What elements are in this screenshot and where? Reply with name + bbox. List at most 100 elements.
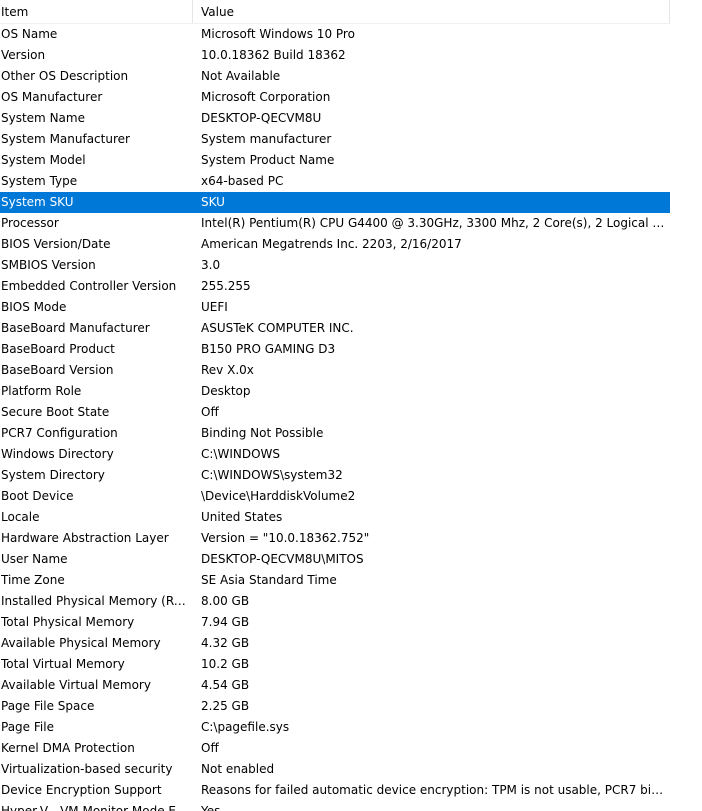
table-row[interactable]: Other OS Description Not Available xyxy=(0,66,670,87)
column-header-item[interactable]: Item xyxy=(0,0,193,23)
row-item-label: Page File xyxy=(1,720,54,734)
row-item-label: System Type xyxy=(1,174,78,188)
table-row[interactable]: Virtualization-based security Not enabled xyxy=(0,759,670,780)
table-row[interactable]: BIOS Version/Date American Megatrends Inc… xyxy=(0,234,670,255)
row-item-label: Other OS Description xyxy=(1,69,129,83)
row-item-label: Virtualization-based security xyxy=(1,762,173,776)
row-item-label: BaseBoard Product xyxy=(1,342,115,356)
table-row[interactable]: BaseBoard Manufacturer ASUSTeK COMPUTER I… xyxy=(0,318,670,339)
table-row[interactable]: Hyper-V - VM Monitor Mode E... Yes xyxy=(0,801,670,811)
table-row[interactable]: Windows Directory C:\WINDOWS xyxy=(0,444,670,465)
table-row[interactable]: Kernel DMA Protection Off xyxy=(0,738,670,759)
row-item-label: Available Virtual Memory xyxy=(1,678,151,692)
row-item-label: BIOS Mode xyxy=(1,300,67,314)
row-item-label: Platform Role xyxy=(1,384,82,398)
row-value: DESKTOP-QECVM8U xyxy=(201,111,322,125)
table-row[interactable]: Installed Physical Memory (RAM) 8.00 GB xyxy=(0,591,670,612)
table-row[interactable]: Platform Role Desktop xyxy=(0,381,670,402)
table-row[interactable]: Version 10.0.18362 Build 18362 xyxy=(0,45,670,66)
row-value: Microsoft Corporation xyxy=(201,90,331,104)
table-row[interactable]: System Model System Product Name xyxy=(0,150,670,171)
table-row[interactable]: BaseBoard Product B150 PRO GAMING D3 xyxy=(0,339,670,360)
row-value: DESKTOP-QECVM8U\MITOS xyxy=(201,552,364,566)
row-value: Version = "10.0.18362.752" xyxy=(201,531,370,545)
row-value: Off xyxy=(201,405,219,419)
table-row[interactable]: SMBIOS Version 3.0 xyxy=(0,255,670,276)
row-value: 3.0 xyxy=(201,258,221,272)
table-row[interactable]: Hardware Abstraction Layer Version = "10.… xyxy=(0,528,670,549)
row-value: B150 PRO GAMING D3 xyxy=(201,342,336,356)
row-item-label: Version xyxy=(1,48,46,62)
table-row[interactable]: Embedded Controller Version 255.255 xyxy=(0,276,670,297)
row-item-label: Device Encryption Support xyxy=(1,783,162,797)
row-value: 4.54 GB xyxy=(201,678,250,692)
row-item-label: Total Physical Memory xyxy=(1,615,135,629)
row-item-label: Windows Directory xyxy=(1,447,114,461)
table-row[interactable]: BaseBoard Version Rev X.0x xyxy=(0,360,670,381)
row-value: 4.32 GB xyxy=(201,636,250,650)
row-value: Off xyxy=(201,741,219,755)
row-value: Desktop xyxy=(201,384,251,398)
table-row[interactable]: Locale United States xyxy=(0,507,670,528)
table-row[interactable]: Secure Boot State Off xyxy=(0,402,670,423)
row-value: 8.00 GB xyxy=(201,594,250,608)
row-item-label: OS Manufacturer xyxy=(1,90,103,104)
table-row[interactable]: Boot Device \Device\HarddiskVolume2 xyxy=(0,486,670,507)
list-rows: OS Name Microsoft Windows 10 Pro Version 10… xyxy=(0,24,702,811)
row-value: \Device\HarddiskVolume2 xyxy=(201,489,356,503)
row-item-label: SMBIOS Version xyxy=(1,258,96,272)
row-item-label: Total Virtual Memory xyxy=(1,657,125,671)
row-item-label: System Name xyxy=(1,111,85,125)
row-item-label: System Manufacturer xyxy=(1,132,130,146)
table-row[interactable]: OS Manufacturer Microsoft Corporation xyxy=(0,87,670,108)
row-value: C:\WINDOWS\system32 xyxy=(201,468,343,482)
row-item-label: Secure Boot State xyxy=(1,405,110,419)
row-item-label: Boot Device xyxy=(1,489,74,503)
row-value: 2.25 GB xyxy=(201,699,250,713)
row-item-label: BaseBoard Version xyxy=(1,363,114,377)
table-row[interactable]: Page File Space 2.25 GB xyxy=(0,696,670,717)
row-value: 10.0.18362 Build 18362 xyxy=(201,48,346,62)
system-summary-list[interactable]: Item Value OS Name Microsoft Windows 10 P… xyxy=(0,0,702,811)
table-row[interactable]: Total Virtual Memory 10.2 GB xyxy=(0,654,670,675)
row-item-label: Embedded Controller Version xyxy=(1,279,177,293)
table-row[interactable]: System Type x64-based PC xyxy=(0,171,670,192)
row-value: Yes xyxy=(201,804,221,811)
row-value: Microsoft Windows 10 Pro xyxy=(201,27,355,41)
row-item-label: Hardware Abstraction Layer xyxy=(1,531,169,545)
table-row[interactable]: Time Zone SE Asia Standard Time xyxy=(0,570,670,591)
row-item-label: Hyper-V - VM Monitor Mode E... xyxy=(1,804,188,811)
column-header-value[interactable]: Value xyxy=(194,0,670,23)
row-item-label: Processor xyxy=(1,216,59,230)
table-row[interactable]: User Name DESKTOP-QECVM8U\MITOS xyxy=(0,549,670,570)
table-row[interactable]: System SKU SKU xyxy=(0,192,670,213)
row-value: System Product Name xyxy=(201,153,335,167)
row-value: 10.2 GB xyxy=(201,657,250,671)
row-item-label: BIOS Version/Date xyxy=(1,237,111,251)
table-row[interactable]: System Directory C:\WINDOWS\system32 xyxy=(0,465,670,486)
table-row[interactable]: Available Virtual Memory 4.54 GB xyxy=(0,675,670,696)
row-value: ASUSTeK COMPUTER INC. xyxy=(201,321,354,335)
table-row[interactable]: PCR7 Configuration Binding Not Possible xyxy=(0,423,670,444)
table-row[interactable]: System Name DESKTOP-QECVM8U xyxy=(0,108,670,129)
table-row[interactable]: System Manufacturer System manufacturer xyxy=(0,129,670,150)
row-value: Rev X.0x xyxy=(201,363,254,377)
row-value: UEFI xyxy=(201,300,228,314)
row-item-label: OS Name xyxy=(1,27,58,41)
table-row[interactable]: Processor Intel(R) Pentium(R) CPU G4400 @… xyxy=(0,213,670,234)
row-item-label: System Model xyxy=(1,153,86,167)
table-row[interactable]: Total Physical Memory 7.94 GB xyxy=(0,612,670,633)
table-row[interactable]: Available Physical Memory 4.32 GB xyxy=(0,633,670,654)
table-row[interactable]: BIOS Mode UEFI xyxy=(0,297,670,318)
row-item-label: Page File Space xyxy=(1,699,95,713)
row-value: Reasons for failed automatic device encr… xyxy=(201,783,666,797)
table-row[interactable]: Page File C:\pagefile.sys xyxy=(0,717,670,738)
table-row[interactable]: Device Encryption Support Reasons for fai… xyxy=(0,780,670,801)
table-row[interactable]: OS Name Microsoft Windows 10 Pro xyxy=(0,24,670,45)
row-value: C:\pagefile.sys xyxy=(201,720,290,734)
row-value: 255.255 xyxy=(201,279,251,293)
row-item-label: User Name xyxy=(1,552,68,566)
row-value: System manufacturer xyxy=(201,132,332,146)
row-item-label: Time Zone xyxy=(1,573,65,587)
row-item-label: Kernel DMA Protection xyxy=(1,741,135,755)
